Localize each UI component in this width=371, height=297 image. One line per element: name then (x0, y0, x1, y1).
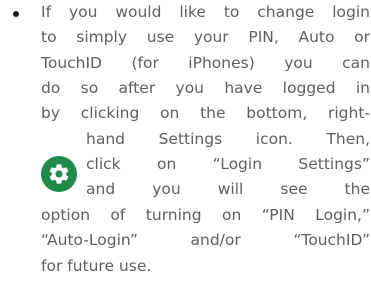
instruction-line-7: click on “Login Settings” (86, 155, 370, 173)
instruction-line-6: hand Settings icon. Then, (86, 130, 370, 148)
instruction-line-4: do so after you have logged in (41, 79, 370, 97)
instruction-line-11: for future use. (41, 257, 152, 275)
instruction-line-2: to simply use your PIN, Auto or (41, 28, 370, 46)
instruction-line-9: option of turning on “PIN Login,” (41, 206, 370, 224)
instruction-line-8: and you will see the (86, 180, 370, 198)
instruction-line-10: “Auto-Login” and/or “TouchID” (41, 231, 370, 249)
gear-icon (49, 164, 69, 184)
instruction-line-5: by clicking on the bottom, right- (41, 104, 370, 122)
settings-gear-icon (41, 156, 77, 192)
instruction-document: If you would like to change login to sim… (0, 0, 371, 297)
instruction-line-1: If you would like to change login (41, 3, 370, 21)
instruction-line-3: TouchID (for iPhones) you can (41, 54, 370, 72)
bullet-point (13, 11, 19, 17)
